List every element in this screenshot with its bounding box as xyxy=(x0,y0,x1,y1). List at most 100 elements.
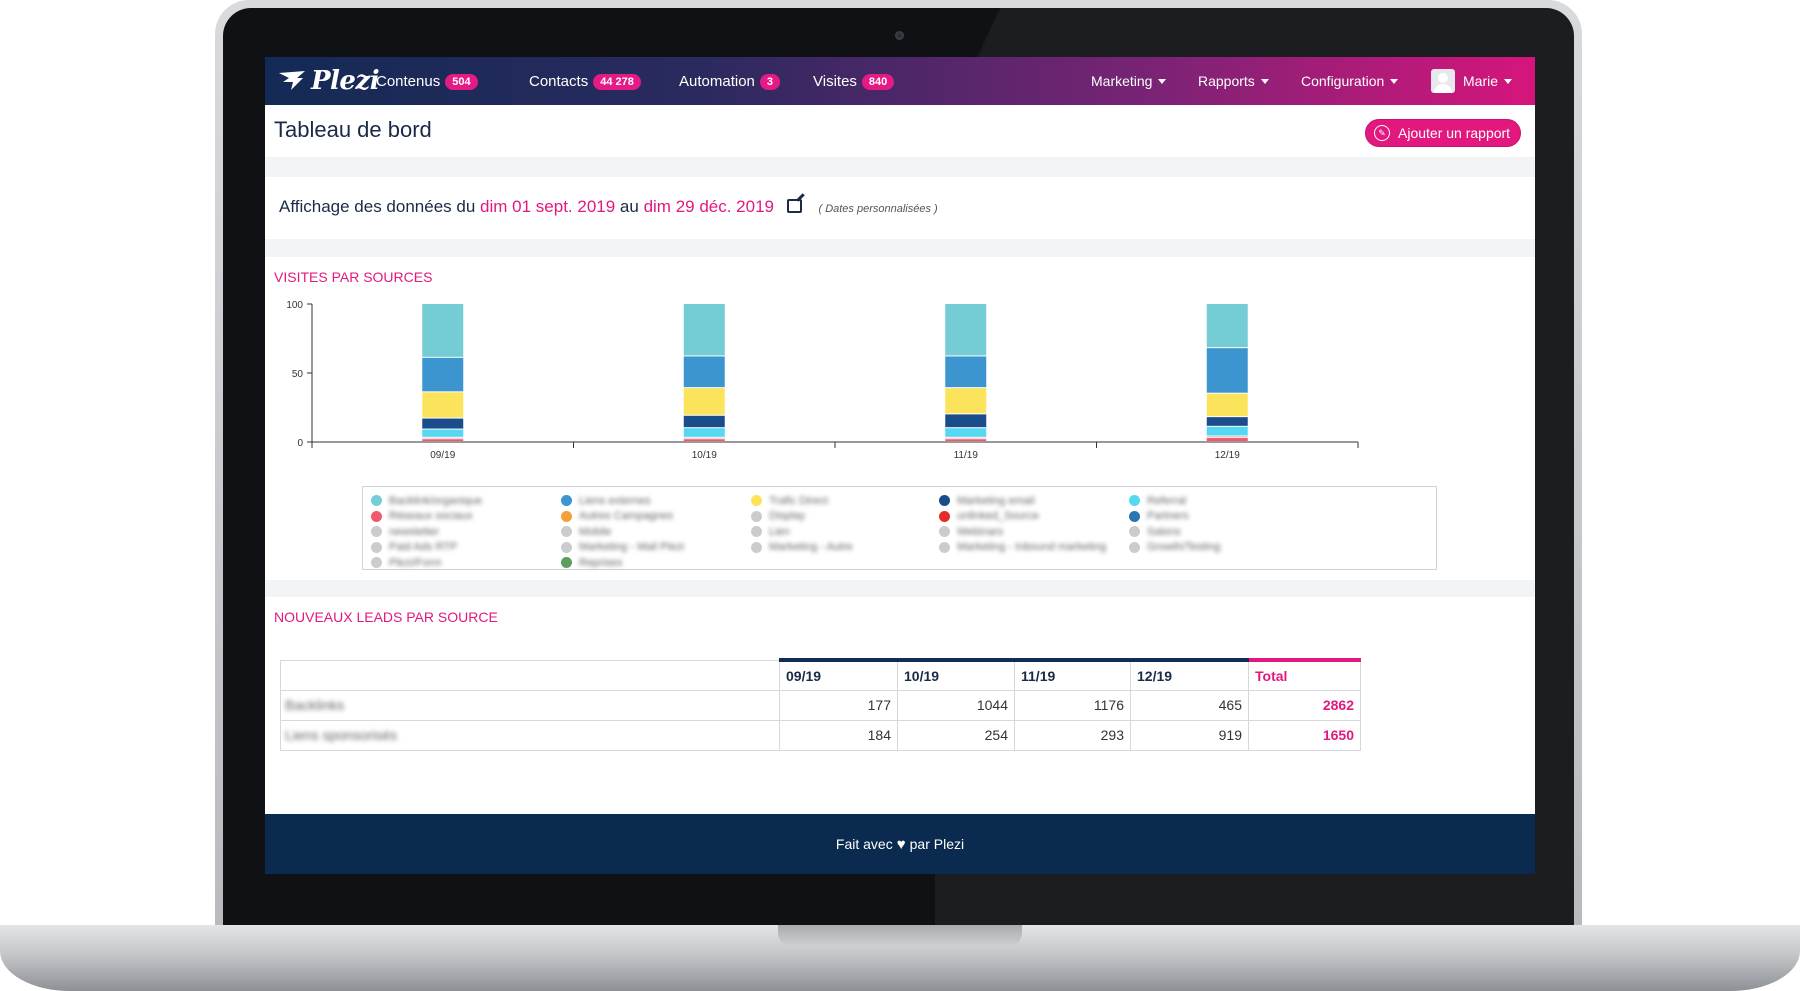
legend-item[interactable]: Lien xyxy=(751,524,853,540)
legend-item[interactable]: Display xyxy=(751,509,853,525)
count-badge: 44 278 xyxy=(593,73,641,90)
date-to[interactable]: dim 29 déc. 2019 xyxy=(644,197,774,216)
caret-down-icon xyxy=(1390,78,1399,84)
bar-segment xyxy=(945,388,987,414)
column-header-month[interactable]: 09/19 xyxy=(779,658,898,691)
legend-item[interactable]: Growth/Testing xyxy=(1129,540,1220,556)
visits-stacked-bar-chart: 0 50 100 09/19 10/19 11/19 12/19 xyxy=(286,300,1359,461)
legend-item[interactable]: unlinked_Source xyxy=(939,509,1106,525)
y-tick-label: 100 xyxy=(286,300,303,311)
bar-segment xyxy=(945,437,987,439)
nav-contenus[interactable]: Contenus 504 xyxy=(376,73,478,90)
plezi-logo[interactable]: Plezi xyxy=(277,66,380,96)
legend-item[interactable]: Réseaux sociaux xyxy=(371,509,482,525)
column-header-source xyxy=(280,659,780,691)
page-header: Tableau de bord ✎ Ajouter un rapport xyxy=(265,105,1535,157)
legend-column: Marketing email unlinked_Source Webinars Ma… xyxy=(939,493,1106,555)
value-cell: 1044 xyxy=(897,689,1015,721)
footer-text-before: Fait avec xyxy=(835,836,893,852)
user-menu[interactable]: Marie xyxy=(1431,69,1513,93)
menu-label: Rapports xyxy=(1198,73,1255,89)
menu-configuration[interactable]: Configuration xyxy=(1301,73,1399,89)
legend-column: Liens externes Autres Campagnes Mobile Mark… xyxy=(561,493,684,571)
page-title: Tableau de bord xyxy=(274,117,432,142)
legend-item[interactable]: Salons xyxy=(1129,524,1220,540)
legend-item[interactable]: Referral xyxy=(1129,493,1220,509)
x-tick-label: 10/19 xyxy=(692,450,717,461)
legend-item[interactable]: Liens externes xyxy=(561,493,684,509)
y-tick-label: 50 xyxy=(292,369,304,380)
legend-item[interactable]: Marketing - Autre xyxy=(751,540,853,556)
new-leads-card: NOUVEAUX LEADS PAR SOURCE 09/19 10/19 11… xyxy=(265,597,1535,814)
footer: Fait avec ♥ par Plezi xyxy=(265,814,1535,874)
legend-item[interactable]: Marketing - Inbound marketing xyxy=(939,540,1106,556)
avatar xyxy=(1431,69,1455,93)
legend-label: Backlink/organique xyxy=(389,494,482,507)
nav-label: Contacts xyxy=(529,73,589,90)
column-header-month[interactable]: 11/19 xyxy=(1014,658,1131,691)
date-from[interactable]: dim 01 sept. 2019 xyxy=(480,197,615,216)
bar-segment xyxy=(422,418,464,429)
legend-item[interactable]: newsletter xyxy=(371,524,482,540)
nav-automation[interactable]: Automation 3 xyxy=(679,73,781,90)
bar-segment xyxy=(683,388,725,415)
legend-label: Marketing - Mail Plezi xyxy=(579,541,685,554)
value-cell: 919 xyxy=(1130,719,1249,751)
legend-column: Referral Partners Salons Growth/Testing xyxy=(1129,493,1220,555)
date-between: au xyxy=(619,197,639,216)
legend-swatch xyxy=(939,526,950,538)
value-cell: 1176 xyxy=(1014,689,1131,721)
bar-segment xyxy=(683,356,725,388)
legend-label: Webinars xyxy=(957,525,1004,538)
nav-visites[interactable]: Visites 840 xyxy=(813,73,895,90)
legend-item[interactable]: Trafic Direct xyxy=(751,493,853,509)
legend-swatch xyxy=(751,510,762,522)
column-header-total[interactable]: Total xyxy=(1248,658,1361,691)
menu-marketing[interactable]: Marketing xyxy=(1091,73,1167,89)
legend-swatch xyxy=(561,541,572,553)
menu-rapports[interactable]: Rapports xyxy=(1198,73,1269,89)
caret-down-icon xyxy=(1158,78,1167,84)
date-prefix: Affichage des données du xyxy=(279,197,476,216)
legend-swatch xyxy=(561,557,572,569)
legend-swatch xyxy=(1129,510,1140,522)
date-range-text: Affichage des données du dim 01 sept. 20… xyxy=(279,197,938,217)
column-header-month[interactable]: 12/19 xyxy=(1130,658,1249,691)
legend-item[interactable]: Partners xyxy=(1129,509,1220,525)
add-report-label: Ajouter un rapport xyxy=(1398,125,1511,141)
legend-item[interactable]: Backlink/organique xyxy=(371,493,482,509)
legend-label: Salons xyxy=(1147,525,1181,538)
legend-item[interactable]: Paid Ads RTP xyxy=(371,540,482,556)
legend-swatch xyxy=(1129,495,1140,507)
bar-segment xyxy=(1206,304,1248,348)
camera-icon xyxy=(895,31,904,40)
legend-swatch xyxy=(561,510,572,522)
nav-contacts[interactable]: Contacts 44 278 xyxy=(529,73,641,90)
bar-segment xyxy=(1206,436,1248,437)
legend-item[interactable]: Plezi/Form xyxy=(371,555,482,571)
table-row: Backlinks 177 1044 1176 465 2862 xyxy=(280,689,1361,721)
edit-date-icon[interactable] xyxy=(786,199,802,213)
legend-item[interactable]: Autres Campagnes xyxy=(561,509,684,525)
legend-item[interactable]: Marketing - Mail Plezi xyxy=(561,540,684,556)
add-report-button[interactable]: ✎ Ajouter un rapport xyxy=(1365,119,1522,147)
legend-item[interactable]: Marketing email xyxy=(939,493,1106,509)
nav-label: Visites xyxy=(813,73,857,90)
bar-segment xyxy=(945,414,987,428)
legend-label: newsletter xyxy=(389,525,440,538)
legend-label: Autres Campagnes xyxy=(579,510,674,523)
column-header-month[interactable]: 10/19 xyxy=(897,658,1015,691)
legend-label: unlinked_Source xyxy=(957,510,1039,523)
bar-segment xyxy=(422,357,464,392)
caret-down-icon xyxy=(1504,78,1513,84)
legend-swatch xyxy=(939,541,950,553)
total-cell: 2862 xyxy=(1248,689,1361,721)
legend-item[interactable]: Webinars xyxy=(939,524,1106,540)
visits-by-source-card: VISITES PAR SOURCES 0 50 100 09/19 10/19 11/1… xyxy=(265,257,1535,580)
source-label: Liens sponsorisés xyxy=(285,727,398,743)
legend-item[interactable]: Mobile xyxy=(561,524,684,540)
legend-item[interactable]: Reprises xyxy=(561,555,684,571)
value-cell: 177 xyxy=(779,689,898,721)
bar-segment xyxy=(1206,437,1248,441)
bar-segment xyxy=(683,439,725,441)
